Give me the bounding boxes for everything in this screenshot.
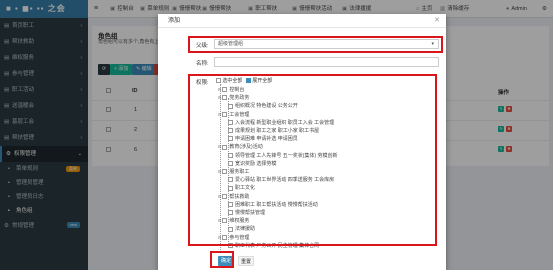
dialog-title: 添加: [168, 18, 181, 24]
dialog-header: 添加 ✕: [158, 14, 446, 28]
name-label: 名称:: [196, 61, 209, 67]
reset-button[interactable]: 重置: [238, 256, 254, 266]
highlight-parent-field: [188, 36, 443, 53]
highlight-permission-tree: [188, 74, 437, 246]
close-icon[interactable]: ✕: [434, 14, 440, 28]
name-input[interactable]: [214, 57, 439, 67]
highlight-confirm-button: [210, 251, 234, 268]
